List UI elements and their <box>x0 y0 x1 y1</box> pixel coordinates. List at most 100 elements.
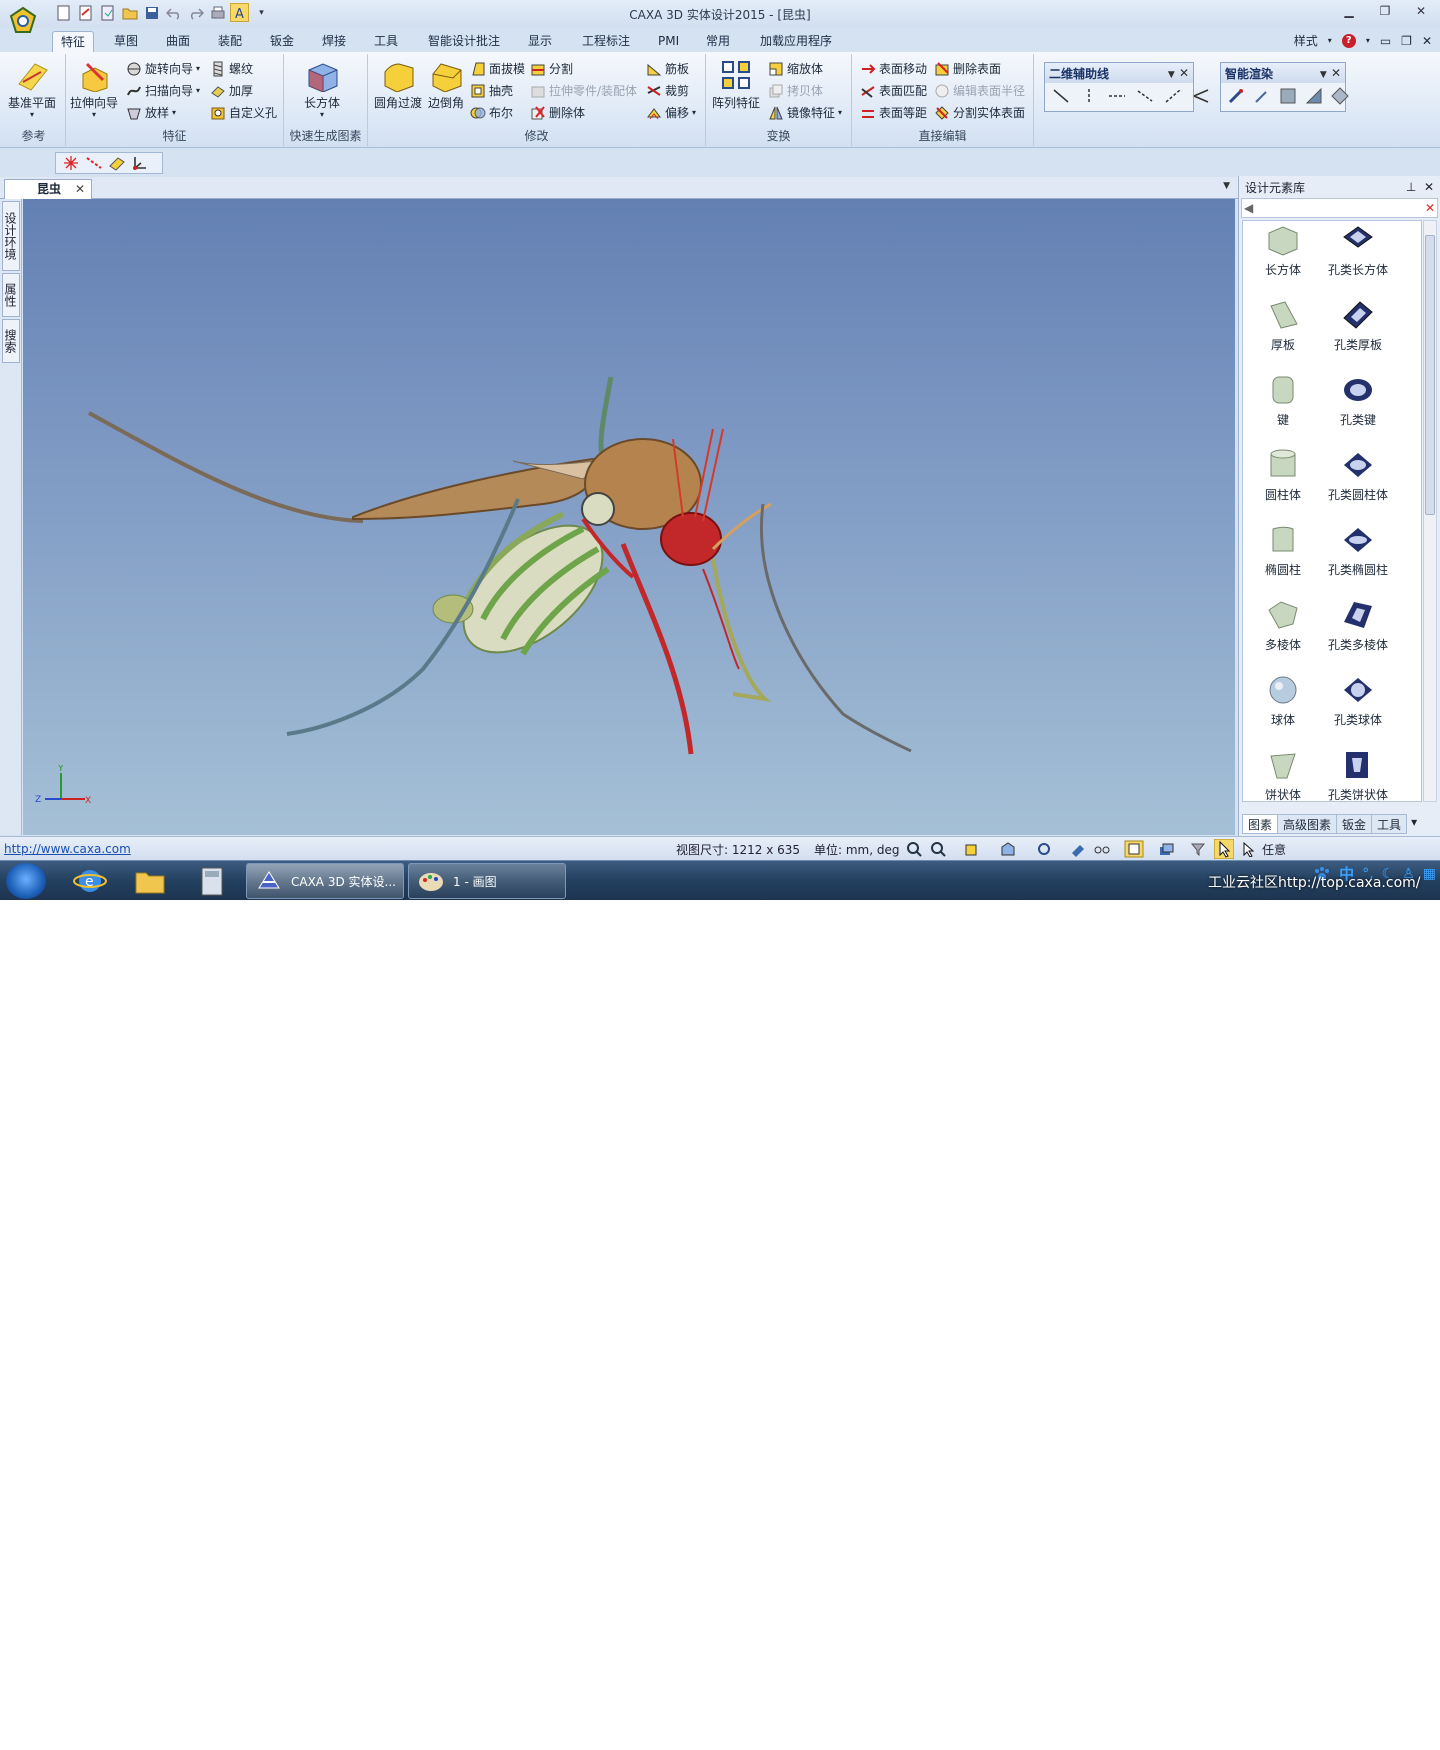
tab-display[interactable]: 显示 <box>520 31 560 53</box>
shell-button[interactable]: 抽壳 <box>470 82 513 99</box>
library-item-hole-sphere[interactable]: 孔类球体 <box>1318 673 1398 743</box>
tab-engineering-annotation[interactable]: 工程标注 <box>574 31 638 53</box>
render-style-icon[interactable] <box>1070 841 1086 857</box>
close-doc-icon[interactable]: ✕ <box>75 180 85 198</box>
minimize-icon[interactable]: ▁ <box>1338 4 1360 22</box>
tab-welding[interactable]: 焊接 <box>314 31 354 53</box>
pointer-icon[interactable] <box>1240 841 1256 857</box>
copy-body-button[interactable]: 拷贝体 <box>768 82 823 99</box>
library-item-box[interactable]: 长方体 <box>1243 223 1323 293</box>
help-icon[interactable]: ? <box>1341 33 1356 48</box>
library-item-hole-box[interactable]: 孔类长方体 <box>1318 223 1398 293</box>
start-button[interactable] <box>6 863 46 899</box>
library-item-ellipse-cylinder[interactable]: 椭圆柱 <box>1243 523 1323 593</box>
split-button[interactable]: 分割 <box>530 60 573 77</box>
restore-icon[interactable]: ❐ <box>1374 4 1396 22</box>
calculator-icon[interactable] <box>192 865 232 897</box>
revolve-wizard-button[interactable]: 旋转向导 ▾ <box>126 60 200 77</box>
select-cursor-icon[interactable] <box>1214 839 1234 859</box>
tab-feature[interactable]: 特征 <box>52 31 95 53</box>
clock[interactable]: 下午 3:59 2015/6/6 星期四 <box>1340 1724 1426 1750</box>
custom-hole-button[interactable]: 自定义孔 <box>210 104 277 121</box>
selection-mode[interactable]: 任意 <box>1262 841 1286 858</box>
scale-body-button[interactable]: 缩放体 <box>768 60 823 77</box>
file-explorer-icon[interactable] <box>130 865 170 897</box>
thread-button[interactable]: 螺纹 <box>210 60 253 77</box>
library-tab-sheet-metal[interactable]: 钣金 <box>1336 814 1373 834</box>
loft-button[interactable]: 放样 ▾ <box>126 104 176 121</box>
edit-face-radius-button[interactable]: 编辑表面半径 <box>934 82 1025 99</box>
paint-icon[interactable] <box>1253 87 1271 105</box>
horizontal-line-icon[interactable] <box>1107 87 1127 105</box>
boolean-button[interactable]: 布尔 <box>470 104 513 121</box>
caxa-website-link[interactable]: http://www.caxa.com <box>4 842 131 856</box>
datum-plane-button[interactable]: 基准平面 ▾ <box>8 60 56 119</box>
bisector-line-icon[interactable] <box>1191 87 1211 105</box>
light-icon[interactable] <box>1331 87 1349 105</box>
offset-face-button[interactable]: 表面等距 <box>860 104 927 121</box>
match-face-button[interactable]: 表面匹配 <box>860 82 927 99</box>
library-item-hole-pie[interactable]: 孔类饼状体 <box>1318 748 1398 801</box>
angled-line-icon[interactable] <box>1135 87 1155 105</box>
library-tab-primitives[interactable]: 图素 <box>1242 814 1279 834</box>
library-item-cylinder[interactable]: 圆柱体 <box>1243 448 1323 518</box>
tab-surface[interactable]: 曲面 <box>158 31 198 53</box>
trim-button[interactable]: 裁剪 <box>646 82 689 99</box>
3d-viewport[interactable]: Y X Z <box>23 199 1235 835</box>
decal-icon[interactable] <box>1305 87 1323 105</box>
tab-sketch[interactable]: 草图 <box>106 31 146 53</box>
library-item-sphere[interactable]: 球体 <box>1243 673 1323 743</box>
tab-common[interactable]: 常用 <box>698 31 738 53</box>
tab-sheet-metal[interactable]: 钣金 <box>262 31 302 53</box>
offset-button[interactable]: 偏移 ▾ <box>646 104 696 121</box>
layers-icon[interactable] <box>1158 841 1174 857</box>
grid-icon[interactable]: ▦ <box>1423 866 1436 882</box>
standard-view-icon[interactable] <box>1000 841 1016 857</box>
library-item-hole-slab[interactable]: 孔类厚板 <box>1318 298 1398 368</box>
vertical-line-icon[interactable] <box>1079 87 1099 105</box>
snap-plane-icon[interactable] <box>108 154 126 172</box>
panel-close-icon[interactable]: ✕ <box>1179 66 1189 80</box>
rotate-view-icon[interactable] <box>1036 841 1052 857</box>
thicken-button[interactable]: 加厚 <box>210 82 253 99</box>
document-list-dropdown-icon[interactable]: ▼ <box>1223 181 1230 191</box>
library-item-hole-cylinder[interactable]: 孔类圆柱体 <box>1318 448 1398 518</box>
library-tab-advanced[interactable]: 高级图素 <box>1277 814 1338 834</box>
library-item-hole-ellipse-cylinder[interactable]: 孔类椭圆柱 <box>1318 523 1398 593</box>
rib-button[interactable]: 筋板 <box>646 60 689 77</box>
tangent-line-icon[interactable] <box>1163 87 1183 105</box>
split-body-face-button[interactable]: 分割实体表面 <box>934 104 1025 121</box>
delete-body-button[interactable]: 删除体 <box>530 104 585 121</box>
style-menu[interactable]: 样式 <box>1294 32 1318 49</box>
render-dropdown-icon[interactable]: ▼ <box>1320 70 1327 80</box>
fillet-button[interactable]: 圆角过渡 <box>374 60 422 111</box>
internet-explorer-icon[interactable]: e <box>70 865 110 897</box>
tab-design-environment[interactable]: 设计环境 <box>2 201 20 271</box>
mirror-feature-button[interactable]: 镜像特征 ▾ <box>768 104 842 121</box>
tab-assembly[interactable]: 装配 <box>210 31 250 53</box>
library-item-hole-key[interactable]: 孔类键 <box>1318 373 1398 443</box>
tab-pmi[interactable]: PMI <box>650 31 687 53</box>
library-item-prism[interactable]: 多棱体 <box>1243 598 1323 668</box>
zoom-fit-icon[interactable] <box>930 841 946 857</box>
close-icon[interactable]: ✕ <box>1410 4 1432 22</box>
tab-addins[interactable]: 加载应用程序 <box>752 31 840 53</box>
library-remove-icon[interactable]: ✕ <box>1425 201 1435 215</box>
pin-icon[interactable]: ⊥ <box>1406 180 1416 194</box>
coordinate-system-icon[interactable] <box>131 154 149 172</box>
style-dropdown-icon[interactable]: ▾ <box>1328 36 1332 45</box>
panel-dropdown-icon[interactable]: ▼ <box>1168 70 1175 80</box>
scrollbar-thumb[interactable] <box>1425 235 1435 515</box>
library-tab-tools[interactable]: 工具 <box>1371 814 1408 834</box>
library-tabs-dropdown-icon[interactable]: ▾ <box>1406 814 1422 834</box>
eyedropper-icon[interactable] <box>1227 87 1245 105</box>
snap-point-icon[interactable] <box>62 154 80 172</box>
library-item-key[interactable]: 键 <box>1243 373 1323 443</box>
filter-icon[interactable] <box>1190 841 1206 857</box>
taskbar-caxa[interactable]: CAXA 3D 实体设... <box>246 863 404 899</box>
display-box-icon[interactable] <box>1124 840 1144 858</box>
tab-search[interactable]: 搜索 <box>2 319 20 363</box>
diagonal-line-icon[interactable] <box>1051 87 1071 105</box>
ribbon-close-icon[interactable]: ✕ <box>1422 34 1432 48</box>
sweep-wizard-button[interactable]: 扫描向导 ▾ <box>126 82 200 99</box>
